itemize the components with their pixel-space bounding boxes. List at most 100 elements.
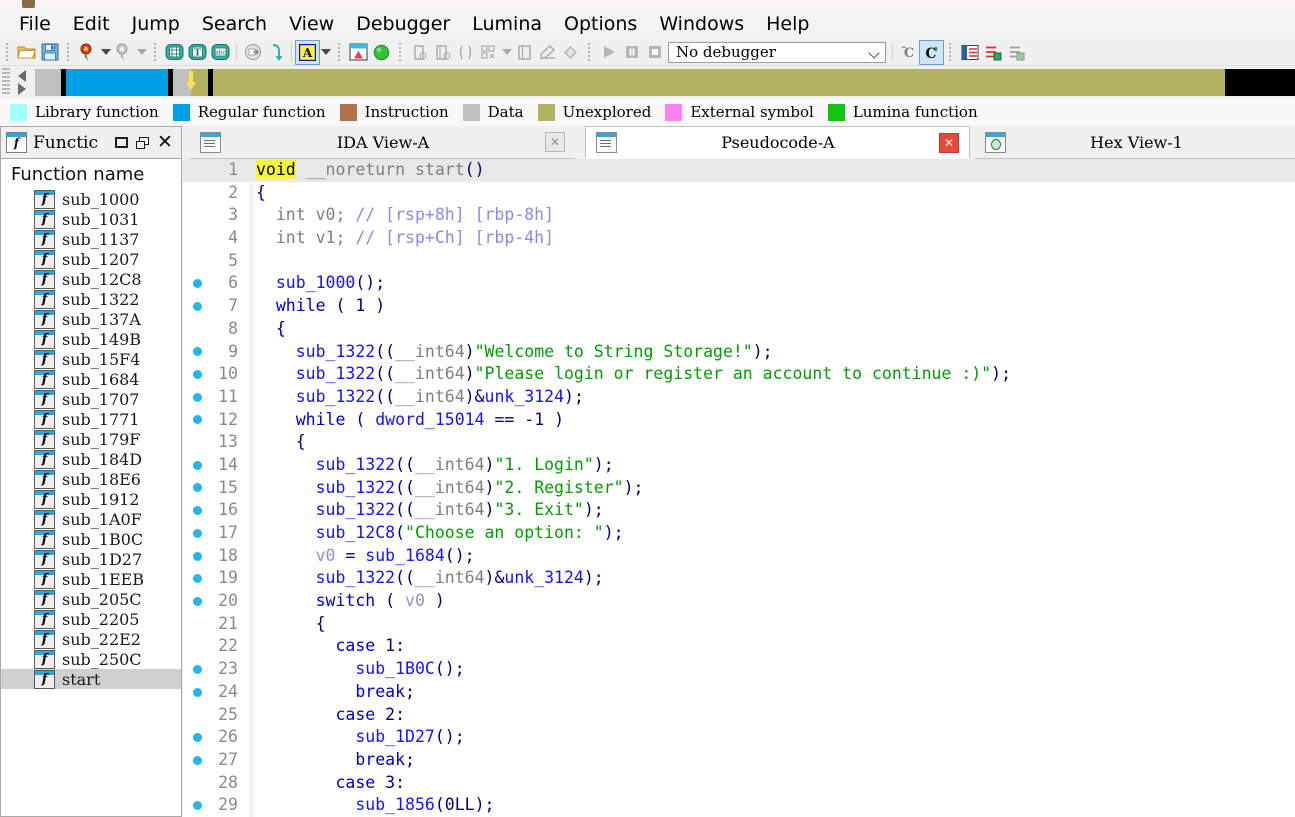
toolbar-grip-2[interactable] [64,41,73,63]
breakpoint-gutter[interactable] [183,477,212,500]
breakpoint-dot-icon[interactable] [193,733,202,743]
breakpoint-dot-icon[interactable] [193,370,202,380]
breakpoint-gutter[interactable] [183,545,212,568]
function-list-item[interactable]: sub_15F4 [1,349,181,369]
navband-grip[interactable] [2,68,10,96]
breakpoint-gutter[interactable] [183,182,212,205]
breakpoint-gutter[interactable] [183,567,212,590]
code-line[interactable]: 25 case 2: [183,704,1295,727]
menu-item-help[interactable]: Help [755,10,820,38]
navband-segment[interactable] [35,69,61,96]
function-list-item[interactable]: sub_1912 [1,489,181,509]
function-list-item[interactable]: sub_2205 [1,609,181,629]
breakpoint-dot-icon[interactable] [193,574,202,584]
menu-item-view[interactable]: View [278,10,345,38]
jump-icon[interactable] [241,41,264,64]
tab-ida-view-a[interactable]: IDA View-A ✕ [190,126,575,159]
navband-segment[interactable] [66,69,168,96]
menu-item-options[interactable]: Options [553,10,648,38]
menu-item-search[interactable]: Search [191,10,278,38]
functions-list[interactable]: sub_1000sub_1031sub_1137sub_1207sub_12C8… [1,189,181,689]
menu-item-edit[interactable]: Edit [62,10,121,38]
pause-icon[interactable] [620,41,643,64]
breakpoint-gutter[interactable] [183,409,212,432]
breakpoint-dot-icon[interactable] [193,392,202,402]
function-list-item[interactable]: sub_179F [1,429,181,449]
stop-icon[interactable] [643,41,666,64]
breakpoint-gutter[interactable] [183,749,212,772]
attribute-dropdown-icon[interactable] [319,41,332,64]
code-line[interactable]: 6 sub_1000(); [183,272,1295,295]
pseudocode-view[interactable]: 1 void __noreturn start() 2{3 int v0; // [… [183,159,1295,817]
code-line[interactable]: 3 int v0; // [rsp+8h] [rbp-8h] [183,204,1295,227]
function-list-item[interactable]: sub_12C8 [1,269,181,289]
function-list-item[interactable]: sub_149B [1,329,181,349]
function-list-item[interactable]: sub_1D27 [1,549,181,569]
tab-pseudocode-a[interactable]: Pseudocode-A ✕ [585,126,970,159]
tab-close-icon[interactable]: ✕ [545,132,565,152]
code-line[interactable]: 5 [183,250,1295,273]
menu-item-debugger[interactable]: Debugger [345,10,461,38]
breakpoint-dot-icon[interactable] [193,687,202,697]
trace-icon[interactable] [454,41,477,64]
navband-segment[interactable] [1225,69,1295,96]
breakpoint-gutter[interactable] [183,386,212,409]
diamond-icon[interactable] [559,41,582,64]
code-line[interactable]: 22 case 1: [183,635,1295,658]
code-line[interactable]: 13 { [183,431,1295,454]
toolbar-grip-6[interactable] [585,41,594,63]
toolbar-grip-3[interactable] [151,41,160,63]
text-icon[interactable]: T [186,41,209,64]
function-list-item[interactable]: sub_184D [1,449,181,469]
breakpoint-gutter[interactable] [183,204,212,227]
string-icon[interactable]: abc [209,41,232,64]
breakpoint-dot-icon[interactable] [193,460,202,470]
attribute-A-icon[interactable]: A [295,39,320,65]
breakpoint-gutter[interactable] [183,454,212,477]
breakpoint-dot-icon[interactable] [193,301,202,311]
stack-icon[interactable] [513,41,536,64]
toolbar-grip-1[interactable] [3,41,12,63]
function-list-item[interactable]: sub_1771 [1,409,181,429]
function-list-item[interactable]: sub_1707 [1,389,181,409]
code-line[interactable]: 2{ [183,182,1295,205]
function-list-item[interactable]: start [1,669,181,689]
breakpoint-gutter[interactable] [183,635,212,658]
save-disk-icon[interactable] [38,41,61,64]
red-pin-icon[interactable] [76,41,99,64]
function-list-item[interactable]: sub_1EEB [1,569,181,589]
chevron-down-icon[interactable] [868,46,881,59]
breakpoint-dot-icon[interactable] [193,801,202,811]
function-list-item[interactable]: sub_137A [1,309,181,329]
breakpoint-list-icon[interactable] [431,41,454,64]
breakpoint-gutter[interactable] [183,341,212,364]
decompile-c-active-icon[interactable]: C [919,39,944,65]
code-line[interactable]: 17 sub_12C8("Choose an option: "); [183,522,1295,545]
breakpoint-gutter[interactable] [183,295,212,318]
code-line[interactable]: 12 while ( dword_15014 == -1 ) [183,409,1295,432]
open-folder-icon[interactable] [15,41,38,64]
menu-item-lumina[interactable]: Lumina [461,10,553,38]
breakpoint-gutter[interactable] [183,590,212,613]
breakpoint-icon[interactable] [408,41,431,64]
function-list-item[interactable]: sub_1137 [1,229,181,249]
decompile-c-icon[interactable]: C [897,41,920,64]
navband-segment[interactable] [213,69,1225,96]
toolbar-grip-5[interactable] [396,41,405,63]
breakpoint-gutter[interactable] [183,658,212,681]
code-line[interactable]: 9 sub_1322((__int64)"Welcome to String S… [183,341,1295,364]
graph-icon[interactable] [347,41,370,64]
restore-window-icon[interactable] [110,132,132,154]
pencil-icon[interactable] [536,41,559,64]
breakpoint-gutter[interactable] [183,613,212,636]
breakpoint-gutter[interactable] [183,363,212,386]
function-list-item[interactable]: sub_1031 [1,209,181,229]
nav-left-arrow-icon[interactable] [18,70,26,82]
gray-pin-icon[interactable] [112,41,135,64]
function-list-item[interactable]: sub_1B0C [1,529,181,549]
cascade-window-icon[interactable] [132,132,154,154]
tab-close-icon[interactable]: ✕ [939,132,959,153]
function-list-item[interactable]: sub_1A0F [1,509,181,529]
function-list-item[interactable]: sub_18E6 [1,469,181,489]
function-list-item[interactable]: sub_22E2 [1,629,181,649]
